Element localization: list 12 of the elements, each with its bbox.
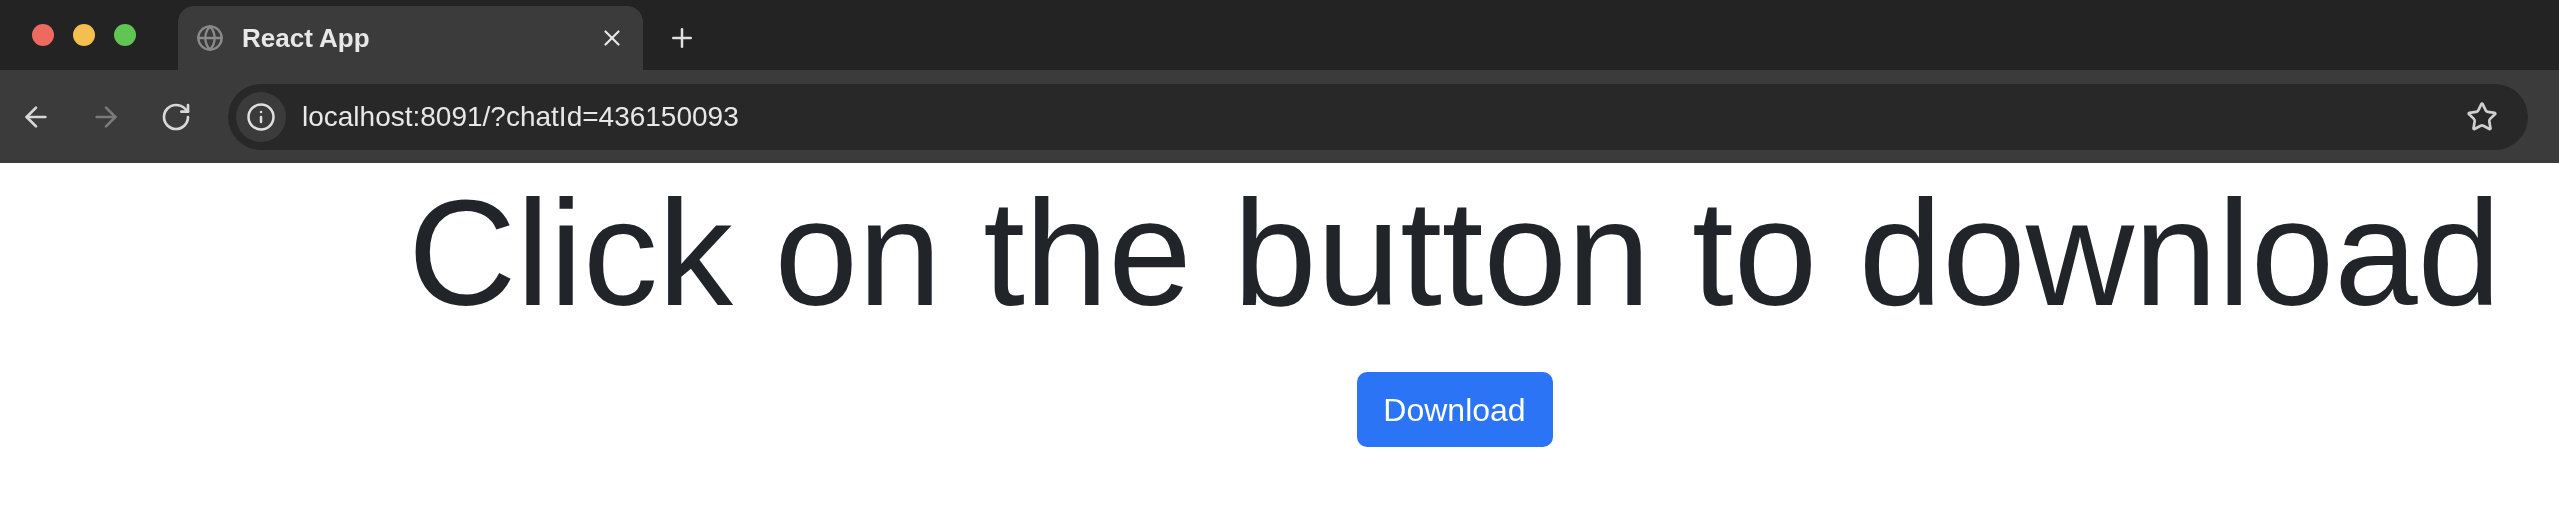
browser-tab[interactable]: React App: [178, 6, 643, 70]
maximize-window-icon[interactable]: [114, 24, 136, 46]
globe-icon: [196, 24, 224, 52]
page-heading: Click on the button to download: [407, 168, 2501, 339]
close-window-icon[interactable]: [32, 24, 54, 46]
tab-title: React App: [242, 21, 371, 55]
info-icon[interactable]: [236, 91, 286, 142]
bookmark-star-icon[interactable]: [2466, 100, 2498, 133]
minimize-window-icon[interactable]: [73, 24, 95, 46]
address-bar[interactable]: localhost:8091/?chatId=436150093: [228, 83, 2528, 150]
url-text: localhost:8091/?chatId=436150093: [302, 99, 740, 134]
download-button[interactable]: Download: [1356, 372, 1553, 447]
